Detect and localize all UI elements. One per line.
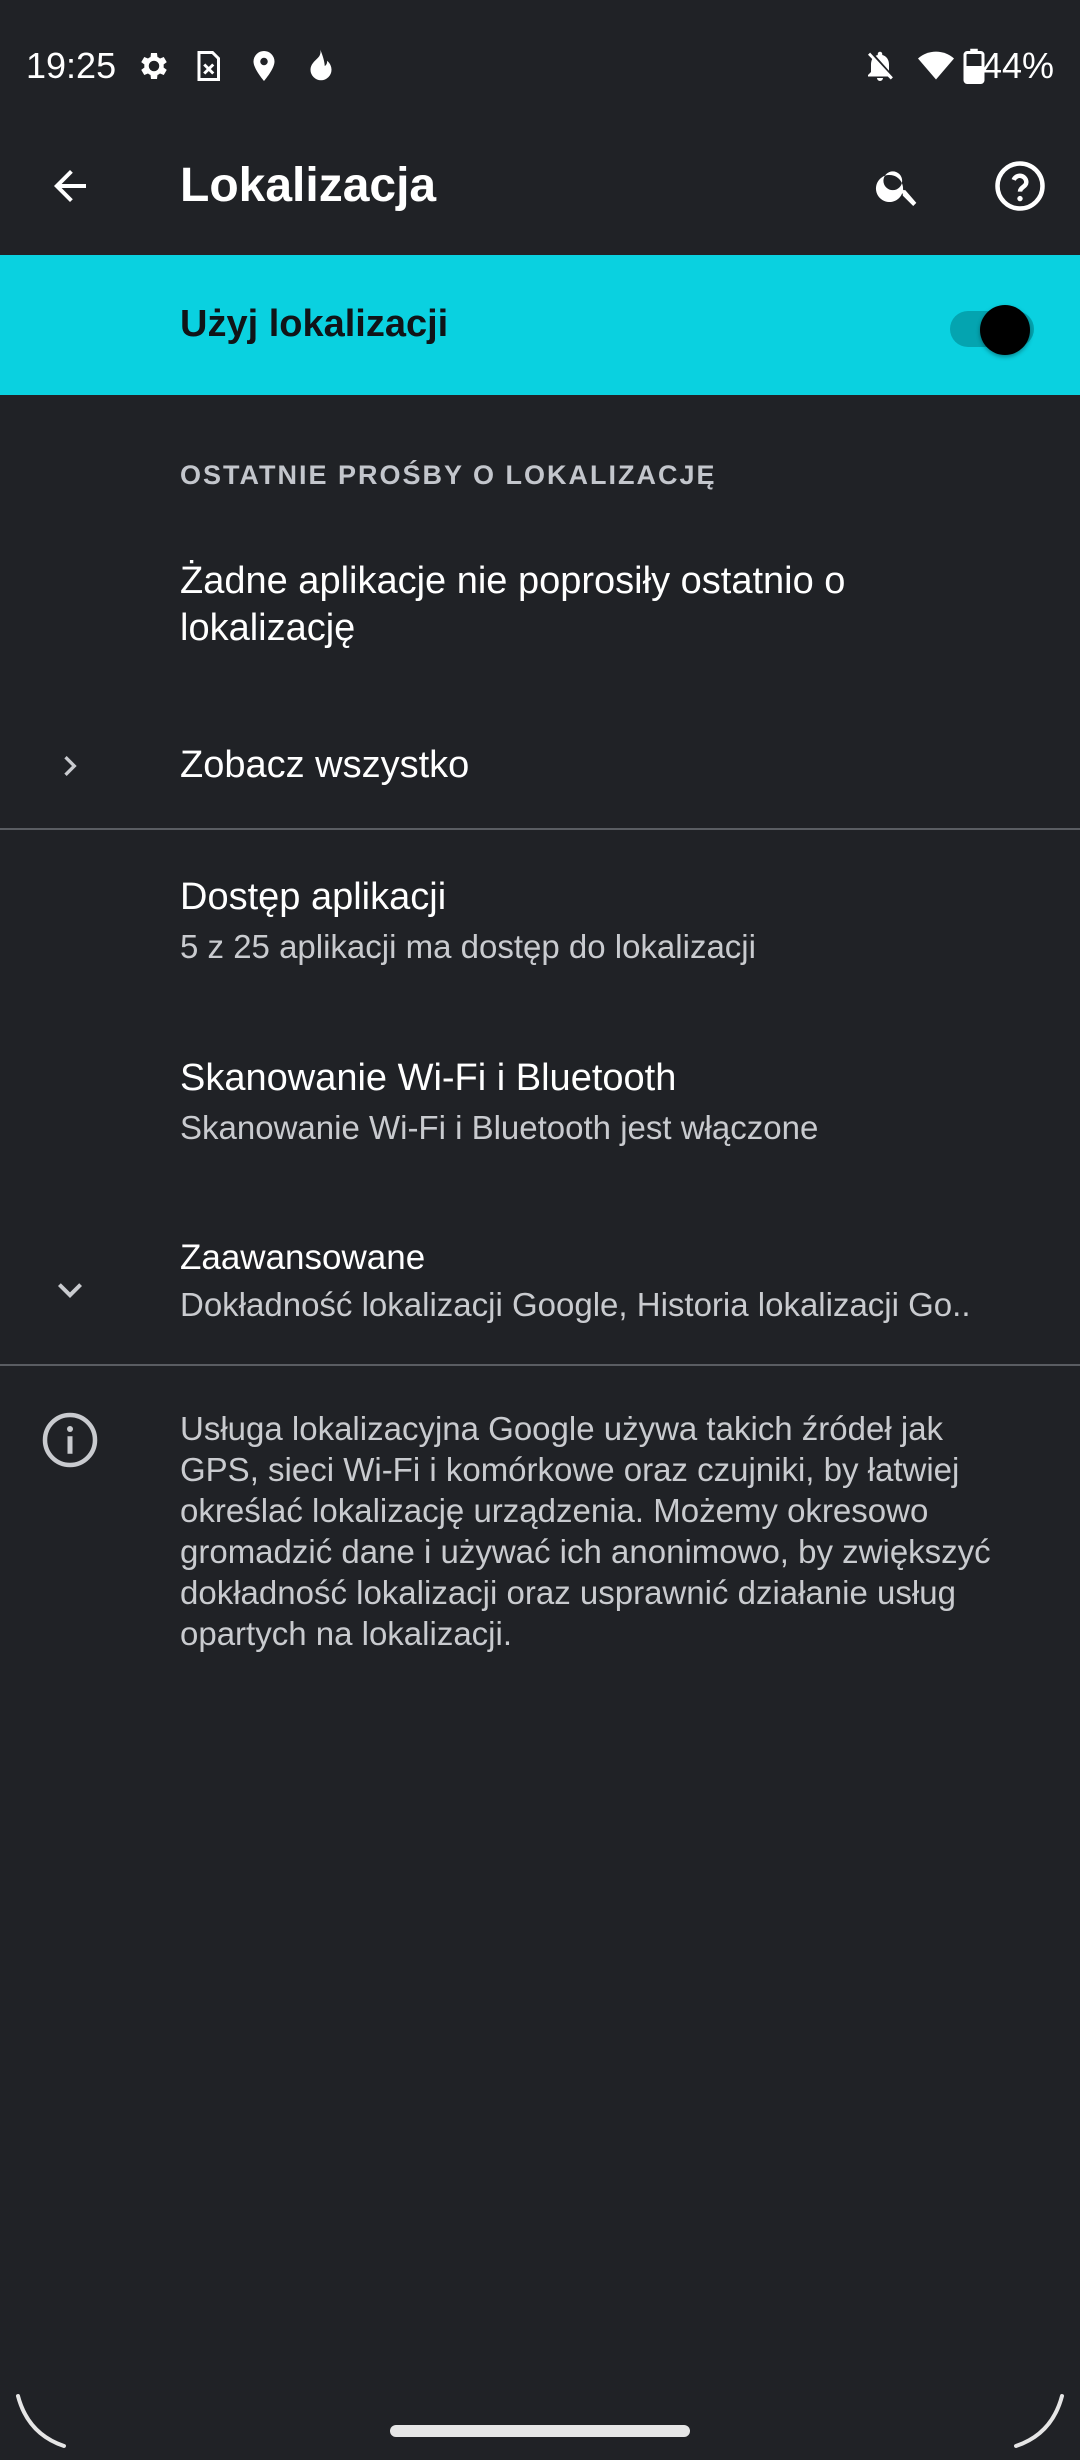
use-location-label: Użyj lokalizacji (180, 303, 449, 345)
sim-icon (197, 51, 220, 81)
advanced-row[interactable]: Zaawansowane Dokładność lokalizacji Goog… (0, 1214, 1080, 1364)
search-icon (875, 171, 917, 206)
chevron-down-icon (58, 1283, 82, 1298)
location-info-text: Usługa lokalizacyjna Google używa takich… (180, 1410, 991, 1652)
divider (0, 828, 1080, 830)
arrow-back-icon (54, 170, 86, 202)
help-button[interactable] (984, 150, 1056, 222)
app-access-row[interactable]: Dostęp aplikacji 5 z 25 aplikacji ma dos… (0, 850, 1080, 1010)
corner-gesture-left-icon (16, 2394, 66, 2448)
corner-gesture-right-icon (1014, 2394, 1064, 2448)
bell-off-icon (868, 51, 893, 81)
switch-thumb (980, 305, 1030, 355)
status-time: 19:25 (26, 45, 117, 86)
location-pin-icon (253, 51, 275, 81)
gear-icon (141, 52, 167, 80)
search-button[interactable] (862, 150, 934, 222)
advanced-subtitle: Dokładność lokalizacji Google, Historia … (180, 1286, 971, 1323)
see-all-row[interactable]: Zobacz wszystko (0, 712, 1080, 820)
see-all-label: Zobacz wszystko (180, 744, 470, 786)
page-title: Lokalizacja (180, 159, 437, 212)
wifi-bluetooth-scanning-title: Skanowanie Wi-Fi i Bluetooth (180, 1057, 677, 1099)
no-recent-requests-text: Żadne aplikacje nie poprosiły ostatnio o… (180, 560, 846, 649)
info-icon (42, 1412, 98, 1468)
chevron-right-icon (64, 756, 77, 776)
wifi-bluetooth-scanning-subtitle: Skanowanie Wi-Fi i Bluetooth jest włączo… (180, 1109, 819, 1146)
wifi-bluetooth-scanning-row[interactable]: Skanowanie Wi-Fi i Bluetooth Skanowanie … (0, 1032, 1080, 1192)
use-location-toggle-row[interactable]: Użyj lokalizacji (0, 255, 1080, 395)
app-access-subtitle: 5 z 25 aplikacji ma dostęp do lokalizacj… (180, 928, 756, 965)
wifi-icon (918, 51, 954, 80)
battery-percentage: 44% (981, 45, 1054, 86)
recent-requests-header: OSTATNIE PROŚBY O LOKALIZACJĘ (180, 460, 717, 490)
fire-icon (310, 49, 332, 81)
back-button[interactable] (34, 150, 106, 222)
app-access-title: Dostęp aplikacji (180, 876, 447, 918)
advanced-title: Zaawansowane (180, 1238, 426, 1277)
help-icon (995, 161, 1045, 211)
divider (0, 1364, 1080, 1366)
home-gesture-bar[interactable] (390, 2425, 690, 2437)
